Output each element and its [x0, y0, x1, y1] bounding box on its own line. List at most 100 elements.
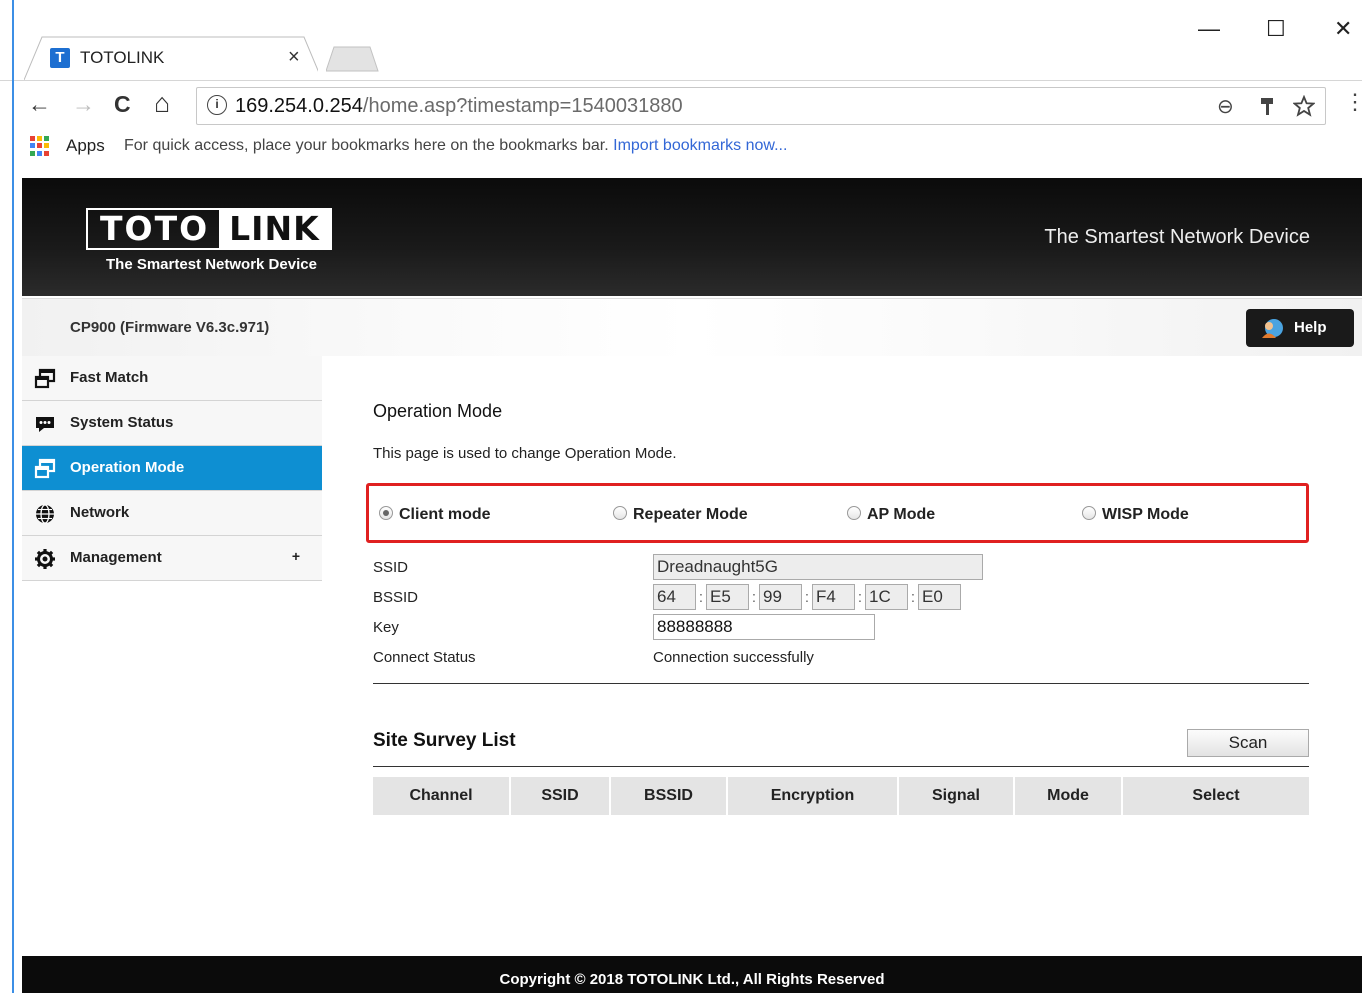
bssid-separator: :: [857, 588, 863, 606]
logo-tagline: The Smartest Network Device: [106, 256, 317, 273]
bssid-fields: 64 : E5 : 99 : F4 : 1C : E0: [653, 584, 961, 610]
sidebar-item-management[interactable]: Management +: [22, 536, 322, 581]
paint-brush-icon[interactable]: [1259, 97, 1275, 117]
header-banner: TOTO LINK The Smartest Network Device Th…: [22, 178, 1362, 296]
connect-status-label: Connect Status: [373, 649, 476, 666]
bssid-octet-5[interactable]: 1C: [865, 584, 908, 610]
column-header-signal: Signal: [899, 777, 1015, 815]
firmware-bar: CP900 (Firmware V6.3c.971) Help: [22, 298, 1362, 356]
radio-selected-icon[interactable]: [379, 506, 393, 520]
mode-label: WISP Mode: [1102, 506, 1189, 523]
sidebar-item-label: Fast Match: [70, 369, 149, 386]
mode-selection-highlight: Client mode Repeater Mode AP Mode WISP M…: [366, 483, 1309, 543]
totolink-logo: TOTO LINK: [86, 208, 332, 250]
radio-icon[interactable]: [847, 506, 861, 520]
radio-icon[interactable]: [613, 506, 627, 520]
site-survey-title: Site Survey List: [373, 730, 516, 751]
sidebar-nav: Fast Match System Status Operation Mode: [22, 356, 322, 581]
column-header-ssid: SSID: [511, 777, 611, 815]
router-page: TOTO LINK The Smartest Network Device Th…: [22, 178, 1362, 993]
repeater-mode-radio[interactable]: Repeater Mode: [613, 506, 748, 524]
gear-icon: [35, 549, 55, 569]
sidebar-item-network[interactable]: Network: [22, 491, 322, 536]
page-title: Operation Mode: [373, 401, 503, 421]
home-icon[interactable]: ⌂: [154, 88, 170, 119]
apps-shortcut[interactable]: Apps: [66, 136, 105, 156]
browser-tab[interactable]: T TOTOLINK ×: [24, 36, 318, 80]
url-path: /home.asp?timestamp=1540031880: [362, 95, 683, 117]
column-header-channel: Channel: [373, 777, 511, 815]
column-header-mode: Mode: [1015, 777, 1123, 815]
help-button[interactable]: Help: [1246, 309, 1354, 347]
bssid-octet-3[interactable]: 99: [759, 584, 802, 610]
firmware-version: CP900 (Firmware V6.3c.971): [70, 319, 270, 336]
new-tab-button[interactable]: [326, 46, 380, 72]
sidebar-item-operation-mode[interactable]: Operation Mode: [22, 446, 322, 491]
ap-mode-radio[interactable]: AP Mode: [847, 506, 935, 524]
bssid-octet-6[interactable]: E0: [918, 584, 961, 610]
maximize-icon[interactable]: ☐: [1266, 16, 1286, 42]
address-bar[interactable]: i 169.254.0.254/home.asp?timestamp=15400…: [196, 87, 1326, 125]
ssid-field[interactable]: Dreadnaught5G: [653, 554, 983, 580]
url-text[interactable]: 169.254.0.254/home.asp?timestamp=1540031…: [235, 95, 683, 118]
close-window-icon[interactable]: ✕: [1334, 16, 1352, 42]
bssid-separator: :: [804, 588, 810, 606]
bssid-octet-1[interactable]: 64: [653, 584, 696, 610]
banner-slogan: The Smartest Network Device: [1044, 226, 1310, 248]
reload-icon[interactable]: C: [114, 91, 131, 118]
connect-status-value: Connection successfully: [653, 649, 814, 666]
forward-icon[interactable]: →: [72, 91, 95, 118]
apps-grid-icon[interactable]: [30, 136, 50, 156]
key-label: Key: [373, 619, 399, 636]
bookmarks-bar: Apps For quick access, place your bookma…: [0, 128, 1362, 168]
minimize-icon[interactable]: —: [1198, 16, 1220, 42]
radio-icon[interactable]: [1082, 506, 1096, 520]
site-info-icon[interactable]: i: [207, 95, 227, 115]
sidebar-item-label: System Status: [70, 414, 174, 431]
tab-close-icon[interactable]: ×: [288, 46, 300, 69]
logo-link: LINK: [219, 210, 330, 248]
footer: Copyright © 2018 TOTOLINK Ltd., All Righ…: [22, 956, 1362, 993]
client-mode-radio[interactable]: Client mode: [379, 506, 491, 524]
logo-toto: TOTO: [100, 209, 210, 248]
window-icon: [34, 368, 56, 389]
chat-icon: [36, 417, 54, 432]
zoom-icon[interactable]: ⊖: [1217, 94, 1234, 119]
help-label: Help: [1294, 319, 1327, 336]
mode-label: Client mode: [399, 506, 491, 523]
scan-button[interactable]: Scan: [1187, 729, 1309, 757]
browser-tabstrip: T TOTOLINK × — ☐ ✕: [0, 0, 1362, 80]
bssid-separator: :: [698, 588, 704, 606]
bssid-octet-4[interactable]: F4: [812, 584, 855, 610]
bookmark-star-icon[interactable]: [1293, 95, 1315, 117]
window-edge: [12, 0, 14, 993]
expand-plus-icon[interactable]: +: [292, 548, 300, 564]
column-header-encryption: Encryption: [728, 777, 899, 815]
url-host: 169.254.0.254: [235, 95, 363, 117]
help-person-icon: [1262, 319, 1283, 338]
divider: [373, 766, 1309, 767]
sidebar-item-label: Network: [70, 504, 130, 521]
bssid-octet-2[interactable]: E5: [706, 584, 749, 610]
bssid-separator: :: [751, 588, 757, 606]
globe-icon: [36, 504, 54, 524]
key-field[interactable]: 88888888: [653, 614, 875, 640]
bssid-separator: :: [910, 588, 916, 606]
column-header-bssid: BSSID: [611, 777, 728, 815]
import-bookmarks-link[interactable]: Import bookmarks now...: [613, 137, 787, 154]
bookmarks-hint-text: For quick access, place your bookmarks h…: [124, 137, 609, 154]
mode-label: Repeater Mode: [633, 506, 748, 523]
mode-label: AP Mode: [867, 506, 936, 523]
column-header-select: Select: [1123, 777, 1309, 815]
browser-toolbar: ← → C ⌂ i 169.254.0.254/home.asp?timesta…: [0, 80, 1362, 128]
bookmarks-hint: For quick access, place your bookmarks h…: [124, 137, 787, 155]
sidebar-item-fast-match[interactable]: Fast Match: [22, 356, 322, 401]
wisp-mode-radio[interactable]: WISP Mode: [1082, 506, 1189, 524]
ssid-label: SSID: [373, 559, 409, 576]
divider: [373, 683, 1309, 684]
back-icon[interactable]: ←: [28, 91, 51, 118]
sidebar-item-label: Operation Mode: [70, 459, 185, 476]
browser-menu-icon[interactable]: ⋮: [1344, 91, 1362, 113]
copyright-text: Copyright © 2018 TOTOLINK Ltd., All Righ…: [499, 971, 885, 988]
sidebar-item-system-status[interactable]: System Status: [22, 401, 322, 446]
